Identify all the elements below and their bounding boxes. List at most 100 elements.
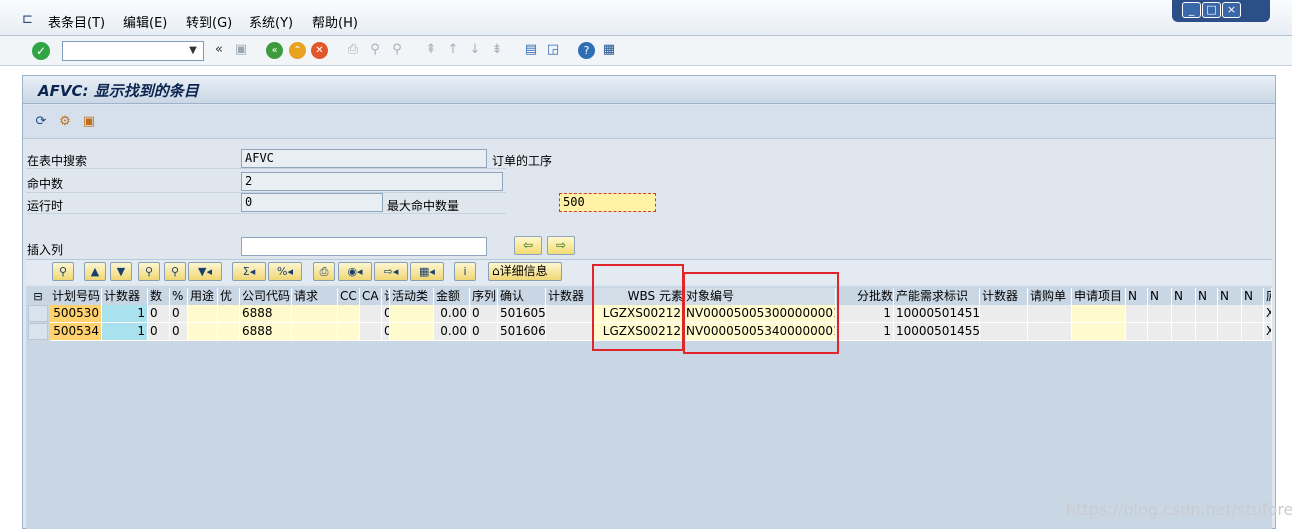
find-next-icon[interactable]: ⚲ [388,41,406,59]
table-cell[interactable]: 501605 [498,305,546,323]
table-cell[interactable]: 10000501455 [894,323,980,341]
insert-column-right-button[interactable]: ⇨ [547,236,575,255]
row-selector[interactable] [28,323,48,340]
column-header[interactable]: N [1172,288,1196,305]
column-header[interactable]: 优 [218,288,240,305]
details-icon[interactable]: ⚲ [52,262,74,281]
menu-goto[interactable]: 转到(G) [186,12,232,31]
table-cell[interactable] [980,323,1028,341]
previous-page-icon[interactable]: ↑ [444,41,462,59]
column-header[interactable]: 分批数 [836,288,894,305]
table-cell[interactable] [360,305,382,323]
last-page-icon[interactable]: ⇟ [488,41,506,59]
total-icon[interactable]: Σ◂ [232,262,266,281]
session-icon[interactable]: ⊏ [22,12,33,27]
column-header[interactable]: 数 [148,288,170,305]
table-cell[interactable]: 500530 [50,305,102,323]
collapse-icon[interactable]: « [210,41,228,59]
close-button[interactable]: × [1222,2,1241,18]
table-cell[interactable] [1072,305,1126,323]
help-icon[interactable]: ? [578,42,595,59]
column-header[interactable]: 计数器 [980,288,1028,305]
column-header[interactable]: 计划号码 [50,288,102,305]
table-cell[interactable] [1126,323,1148,341]
column-header[interactable]: 金额 [434,288,470,305]
table-cell[interactable] [1028,305,1072,323]
table-cell[interactable]: 0 [382,305,390,323]
table-cell[interactable]: 1 [836,305,894,323]
column-header[interactable]: 计数器 [102,288,148,305]
select-all-icon[interactable]: ⊟ [28,288,48,305]
back-icon[interactable]: « [266,42,283,59]
column-header[interactable]: N [1126,288,1148,305]
table-cell[interactable] [338,305,360,323]
table-cell[interactable] [1242,323,1264,341]
insert-column-field[interactable] [241,237,487,256]
column-header[interactable]: N [1196,288,1218,305]
layout-icon[interactable]: ▦◂ [410,262,444,281]
minimize-button[interactable]: _ [1182,2,1201,18]
column-header[interactable]: 确认 [498,288,546,305]
table-cell[interactable] [1072,323,1126,341]
exit-icon[interactable]: ⌃ [289,42,306,59]
first-page-icon[interactable]: ⇞ [422,41,440,59]
table-cell[interactable]: 6888 [240,305,292,323]
insert-column-left-button[interactable]: ⇦ [514,236,542,255]
table-cell[interactable]: 0 [470,323,498,341]
command-dropdown-icon[interactable]: ▼ [184,42,202,60]
column-header[interactable]: 公司代码 [240,288,292,305]
max-hits-field[interactable]: 500 [559,193,656,212]
table-cell[interactable]: 0 [170,323,188,341]
table-cell[interactable] [546,305,594,323]
table-cell[interactable] [546,323,594,341]
table-cell[interactable] [390,305,434,323]
subtotal-icon[interactable]: %◂ [268,262,302,281]
shortcut-icon[interactable]: ◲ [544,41,562,59]
table-cell[interactable] [1218,305,1242,323]
print-icon[interactable]: ⎙ [344,41,362,59]
find-next-icon[interactable]: ⚲ [164,262,186,281]
table-cell[interactable]: 1 [836,323,894,341]
table-cell[interactable] [1148,305,1172,323]
filter-icon[interactable]: ▼◂ [188,262,222,281]
table-cell[interactable] [390,323,434,341]
table-cell[interactable]: 0 [148,305,170,323]
column-header[interactable]: 请求 [292,288,338,305]
enter-check-icon[interactable]: ✓ [32,42,50,60]
detail-info-button[interactable]: ⌂详细信息 [488,262,562,281]
print-icon[interactable]: ⎙ [313,262,335,281]
table-cell[interactable]: 6888 [240,323,292,341]
command-field[interactable] [62,41,204,61]
maximize-button[interactable]: □ [1202,2,1221,18]
table-cell[interactable] [218,323,240,341]
menu-table-entry[interactable]: 表条目(T) [48,12,105,31]
column-header[interactable]: CA [360,288,382,305]
export-icon[interactable]: ⇨◂ [374,262,408,281]
table-cell[interactable] [188,323,218,341]
column-header[interactable]: N [1218,288,1242,305]
column-header[interactable]: 产能需求标识 [894,288,980,305]
save-icon[interactable]: ▣ [232,41,250,59]
sort-ascending-icon[interactable]: ▲ [84,262,106,281]
info-icon[interactable]: i [454,262,476,281]
table-cell[interactable]: 0 [470,305,498,323]
column-header[interactable]: 计算 [382,288,390,305]
menu-edit[interactable]: 编辑(E) [123,12,167,31]
column-header[interactable]: 序列 [470,288,498,305]
table-cell[interactable]: 0 [170,305,188,323]
table-cell[interactable]: X [1264,305,1272,323]
sort-descending-icon[interactable]: ▼ [110,262,132,281]
table-cell[interactable] [1242,305,1264,323]
table-cell[interactable] [292,305,338,323]
menu-help[interactable]: 帮助(H) [312,12,358,31]
table-cell[interactable] [292,323,338,341]
table-cell[interactable] [1028,323,1072,341]
table-cell[interactable]: 1 [102,323,148,341]
table-cell[interactable]: 10000501451 [894,305,980,323]
table-cell[interactable] [360,323,382,341]
find-icon[interactable]: ⚲ [138,262,160,281]
table-cell[interactable] [980,305,1028,323]
column-header[interactable]: N [1148,288,1172,305]
table-cell[interactable] [218,305,240,323]
table-cell[interactable] [188,305,218,323]
